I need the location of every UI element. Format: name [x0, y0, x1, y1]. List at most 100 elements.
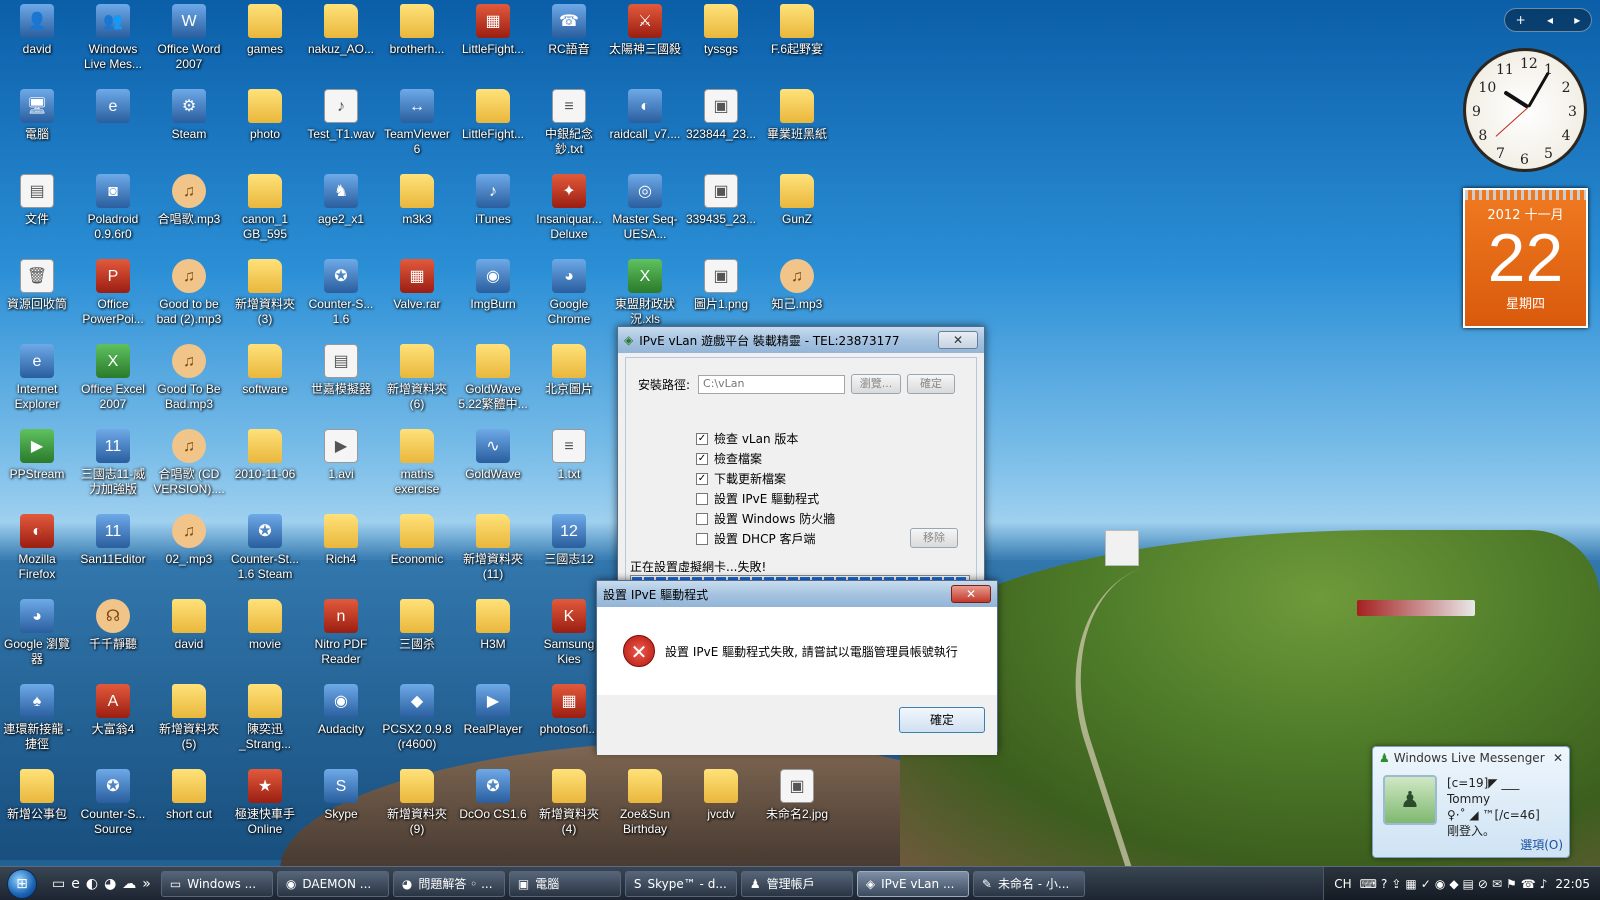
desktop-icon[interactable]: ☎ RC語音 [532, 2, 606, 57]
desktop-icon[interactable]: ♫ 合唱歌 (CD VERSION).... [152, 427, 226, 497]
installer-titlebar[interactable]: ◈ IPvE vLan 遊戲平台 裝載精靈 - TEL:23873177 ✕ [618, 327, 984, 353]
desktop-icon[interactable]: 12 三國志12 [532, 512, 606, 567]
desktop-icon[interactable]: 新增公事包 [0, 767, 74, 822]
quick-launch-icon[interactable]: » [142, 876, 151, 892]
browse-button[interactable]: 瀏覽... [851, 374, 902, 394]
tray-icon[interactable]: ♪ [1540, 877, 1548, 891]
next-gadget-button[interactable]: ▸ [1574, 13, 1580, 27]
desktop-icon[interactable]: software [228, 342, 302, 397]
messenger-toast[interactable]: ♟ Windows Live Messenger ✕ ♟ [c=19]◤ ___… [1372, 746, 1570, 858]
desktop-icon[interactable]: 新增資料夾 (3) [228, 257, 302, 327]
desktop-icon[interactable]: K Samsung Kies [532, 597, 606, 667]
desktop-icon[interactable]: ▤ 世嘉模擬器 [304, 342, 378, 397]
desktop-icon[interactable]: ▶ 1.avi [304, 427, 378, 482]
desktop-icon[interactable]: 北京圖片 [532, 342, 606, 397]
desktop-icon[interactable]: ◕ Google Chrome [532, 257, 606, 327]
desktop-icon[interactable]: ▶ PPStream [0, 427, 74, 482]
install-option[interactable]: 設置 DHCP 客戶端 [696, 530, 816, 547]
desktop-icon[interactable]: brotherh... [380, 2, 454, 57]
desktop-icon[interactable]: F.6起野宴 [760, 2, 834, 57]
desktop-icon[interactable]: games [228, 2, 302, 57]
checkbox-checked-icon[interactable]: ✓ [696, 472, 708, 485]
desktop-icon[interactable]: 🗑 資源回收筒 [0, 257, 74, 312]
desktop-icon[interactable]: X Office Excel 2007 [76, 342, 150, 412]
desktop-icon[interactable]: ♪ Test_T1.wav [304, 87, 378, 142]
desktop-icon[interactable]: ▣ 323844_23... [684, 87, 758, 142]
tray-icon[interactable]: ⚑ [1506, 877, 1517, 891]
desktop-icon[interactable]: ≡ 1.txt [532, 427, 606, 482]
desktop-icon[interactable]: A 大富翁4 [76, 682, 150, 737]
desktop-icon[interactable]: ▣ 339435_23... [684, 172, 758, 227]
desktop-icon[interactable]: david [152, 597, 226, 652]
desktop-icon[interactable]: ✪ Counter-St... 1.6 Steam [228, 512, 302, 582]
checkbox-checked-icon[interactable]: ✓ [696, 432, 708, 445]
tray-icon[interactable]: ⇪ [1391, 877, 1401, 891]
tray-clock[interactable]: 22:05 [1555, 877, 1590, 891]
desktop-icon[interactable]: ◐ Mozilla Firefox [0, 512, 74, 582]
desktop-icon[interactable]: 三國杀 [380, 597, 454, 652]
install-path-input[interactable]: C:\vLan [698, 374, 846, 394]
tray-icon[interactable]: ◉ [1435, 877, 1445, 891]
install-option[interactable]: 設置 IPvE 驅動程式 [696, 490, 819, 507]
desktop-icon[interactable]: ♠ 連環新接龍 - 捷徑 [0, 682, 74, 752]
taskbar-button[interactable]: ◈ IPvE vLan ... [856, 870, 969, 897]
calendar-gadget[interactable]: 2012 十一月 22 星期四 [1463, 188, 1588, 328]
quick-launch-icon[interactable]: ☁ [122, 876, 136, 892]
checkbox-unchecked-icon[interactable] [696, 512, 708, 525]
desktop-icon[interactable]: m3k3 [380, 172, 454, 227]
desktop-icon[interactable]: ✪ Counter-S... Source [76, 767, 150, 837]
tray-icon[interactable]: ◆ [1449, 877, 1458, 891]
tray-icon[interactable]: ✓ [1421, 877, 1431, 891]
taskbar-button[interactable]: ✎ 未命名 - 小... [972, 870, 1085, 897]
tray-icon[interactable]: ▦ [1405, 877, 1416, 891]
remove-button[interactable]: 移除 [910, 528, 958, 548]
desktop-icon[interactable]: ↔ TeamViewer 6 [380, 87, 454, 157]
desktop-icon[interactable]: GoldWave 5.22繁體中... [456, 342, 530, 412]
install-option[interactable]: 設置 Windows 防火牆 [696, 510, 835, 527]
desktop-icon[interactable]: ▤ 文件 [0, 172, 74, 227]
path-confirm-button[interactable]: 確定 [907, 374, 956, 394]
taskbar-button[interactable]: ◉ DAEMON ... [276, 870, 389, 897]
desktop-icon[interactable]: ⚔ 太陽神三國殺 [608, 2, 682, 57]
tray-icon[interactable]: ⊘ [1478, 877, 1488, 891]
desktop-icon[interactable]: 畢業班黑紙 [760, 87, 834, 142]
desktop-icon[interactable]: ♪ iTunes [456, 172, 530, 227]
desktop-icon[interactable]: ♫ Good to be bad (2).mp3 [152, 257, 226, 327]
clock-gadget[interactable]: 12 1 2 3 4 5 6 7 8 9 10 11 [1463, 48, 1587, 172]
quick-launch-icon[interactable]: e [71, 876, 80, 892]
prev-gadget-button[interactable]: ◂ [1547, 13, 1553, 27]
quick-launch-icon[interactable]: ▭ [52, 876, 65, 892]
desktop-icon[interactable]: ▶ RealPlayer [456, 682, 530, 737]
desktop-icon[interactable]: Economic [380, 512, 454, 567]
desktop-icon[interactable]: 新增資料夾 (4) [532, 767, 606, 837]
taskbar-button[interactable]: S Skype™ - d... [624, 870, 737, 897]
quick-launch-icon[interactable]: ◕ [104, 876, 116, 892]
desktop-icon[interactable]: 🖥 電腦 [0, 87, 74, 142]
taskbar-button[interactable]: ▭ Windows ... [160, 870, 273, 897]
checkbox-checked-icon[interactable]: ✓ [696, 452, 708, 465]
desktop-icon[interactable]: ▣ 未命名2.jpg [760, 767, 834, 822]
desktop-icon[interactable]: 2010-11-06 [228, 427, 302, 482]
desktop-icon[interactable]: nakuz_AO... [304, 2, 378, 57]
desktop-icon[interactable]: maths exercise [380, 427, 454, 497]
desktop-icon[interactable]: 新增資料夾 (6) [380, 342, 454, 412]
desktop-icon[interactable]: 11 San11Editor [76, 512, 150, 567]
desktop-icon[interactable]: ✪ Counter-S... 1.6 [304, 257, 378, 327]
error-dialog-titlebar[interactable]: 設置 IPvE 驅動程式 ✕ [597, 581, 997, 607]
installer-close-button[interactable]: ✕ [938, 331, 978, 349]
desktop-icon[interactable]: Zoe&Sun Birthday [608, 767, 682, 837]
desktop-icon[interactable]: 陳奕迅_Strang... [228, 682, 302, 752]
messenger-options-link[interactable]: 選項(O) [1520, 836, 1563, 853]
desktop-icon[interactable]: P Office PowerPoi... [76, 257, 150, 327]
language-indicator[interactable]: CH [1334, 877, 1351, 891]
messenger-close-icon[interactable]: ✕ [1553, 751, 1563, 765]
tray-icon[interactable]: ⌨ [1360, 877, 1377, 891]
desktop-icon[interactable]: GunZ [760, 172, 834, 227]
desktop-icon[interactable]: ✪ DcOo CS1.6 [456, 767, 530, 822]
taskbar-button[interactable]: ♟ 管理帳戶 [740, 870, 853, 897]
desktop-icon[interactable]: ☊ 千千靜聽 [76, 597, 150, 652]
taskbar-button[interactable]: ▣ 電腦 [508, 870, 621, 897]
desktop-icon[interactable]: 新增資料夾 (5) [152, 682, 226, 752]
desktop-icon[interactable]: ◙ Poladroid 0.9.6r0 [76, 172, 150, 242]
desktop-icon[interactable]: n Nitro PDF Reader [304, 597, 378, 667]
